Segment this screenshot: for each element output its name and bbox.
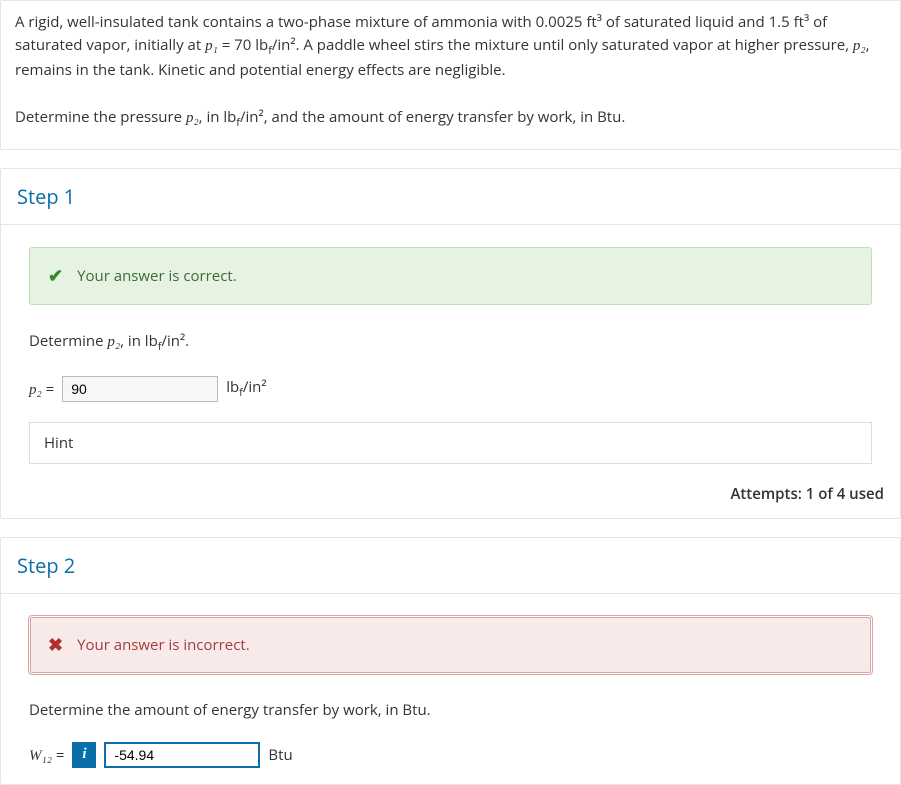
step1-unit-a: lb (226, 377, 239, 397)
step1-prompt-a: Determine (29, 331, 107, 351)
problem-p2-var: p₂ (853, 38, 866, 54)
problem-q-a: Determine the pressure (15, 107, 186, 127)
step1-unit-b: /in² (243, 377, 267, 397)
step2-alert-text: Your answer is incorrect. (77, 635, 250, 655)
step1-alert-text: Your answer is correct. (77, 266, 237, 286)
step1-answer-input[interactable] (62, 376, 218, 402)
problem-line1-c: /in². A paddle wheel stirs the mixture u… (272, 35, 853, 55)
step1-answer-row: p₂ = lbf/in² (29, 376, 872, 402)
step1-unit: lbf/in² (226, 377, 266, 400)
step2-body: ✖ Your answer is incorrect. Determine th… (1, 594, 900, 784)
x-icon: ✖ (48, 633, 63, 657)
step2-panel: Step 2 ✖ Your answer is incorrect. Deter… (0, 537, 901, 785)
step1-prompt-var: p₂ (107, 334, 120, 350)
info-icon[interactable]: i (72, 742, 96, 768)
step2-answer-row: W₁₂ = i Btu (29, 742, 872, 768)
step2-header[interactable]: Step 2 (1, 538, 900, 594)
problem-text: A rigid, well-insulated tank contains a … (1, 1, 900, 149)
step1-hint-button[interactable]: Hint (29, 422, 872, 464)
problem-q-b: , in lb (199, 107, 237, 127)
step2-eq: = (52, 745, 64, 765)
step2-alert-incorrect: ✖ Your answer is incorrect. (29, 616, 872, 674)
problem-p1-var: p₁ (205, 38, 218, 54)
step2-prompt: Determine the amount of energy transfer … (29, 700, 872, 720)
step1-var-label: p₂ = (29, 379, 54, 399)
step1-header[interactable]: Step 1 (1, 169, 900, 225)
problem-panel: A rigid, well-insulated tank contains a … (0, 0, 901, 150)
step1-body: ✔ Your answer is correct. Determine p₂, … (1, 225, 900, 476)
step2-var: W₁₂ (29, 748, 52, 764)
step2-answer-input[interactable] (104, 742, 260, 768)
step1-prompt-b: , in lb (120, 331, 158, 351)
step1-alert-correct: ✔ Your answer is correct. (29, 247, 872, 305)
step1-eq: = (42, 379, 54, 399)
problem-q-var: p₂ (186, 110, 199, 126)
step1-prompt: Determine p₂, in lbf/in². (29, 331, 872, 354)
step1-panel: Step 1 ✔ Your answer is correct. Determi… (0, 168, 901, 519)
problem-line1-b: = 70 lb (218, 35, 268, 55)
check-icon: ✔ (48, 264, 63, 288)
problem-q-c: /in², and the amount of energy transfer … (240, 107, 625, 127)
step1-prompt-c: /in². (161, 331, 189, 351)
step2-var-label: W₁₂ = (29, 745, 64, 765)
step2-unit: Btu (268, 745, 292, 765)
step1-var: p₂ (29, 382, 42, 398)
step1-attempts: Attempts: 1 of 4 used (1, 476, 900, 518)
